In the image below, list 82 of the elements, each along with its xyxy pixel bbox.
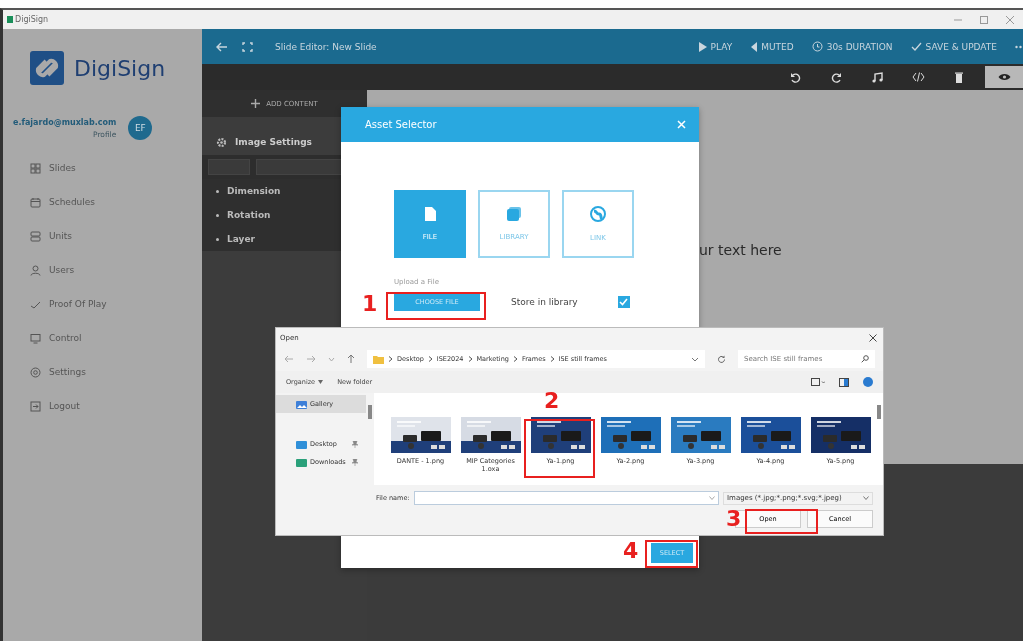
folder-icon [296,439,307,449]
refresh-icon[interactable] [717,354,726,364]
preview-pane-icon[interactable] [839,377,849,387]
slide-text[interactable]: ur text here [699,242,782,258]
bullet-icon [216,237,219,241]
file-icon [424,207,436,221]
database-icon [30,230,41,242]
step-number: 4 [623,540,639,562]
clock-icon [811,41,823,52]
folder-icon [373,354,384,364]
bullet-icon [216,189,219,193]
chevron-down-icon[interactable] [691,356,699,362]
caret-icon [318,380,324,384]
mute-button[interactable]: MUTED [750,41,794,52]
editor-title: Slide Editor: New Slide [275,41,377,52]
app-icon [7,16,13,23]
user-icon [30,264,41,276]
settings-group[interactable]: Dimension [227,186,281,196]
trash-icon [955,71,963,83]
calendar-icon [30,196,41,208]
chevron-right-icon [512,356,518,362]
chevron-down-icon[interactable] [328,356,335,362]
redo-icon [830,71,842,83]
chevron-right-icon [467,356,473,362]
back-arrow-icon[interactable] [284,355,294,363]
save-button[interactable]: SAVE & UPDATE [910,41,997,52]
forward-arrow-icon[interactable] [306,355,316,363]
step-number: 2 [544,390,560,412]
search-icon [861,355,869,363]
pin-icon[interactable] [352,440,358,448]
logo-icon [30,51,64,85]
highlight-box [524,419,595,478]
duration-button[interactable]: 30s DURATION [811,41,893,52]
chevron-right-icon [388,356,393,362]
chevron-down-icon[interactable] [709,496,715,500]
settings-icon [216,136,227,148]
play-icon [697,41,707,52]
pin-icon[interactable] [352,458,358,466]
highlight-box [645,540,698,568]
store-checkbox[interactable] [617,296,630,308]
close-icon[interactable] [869,333,877,342]
up-arrow-icon[interactable] [347,354,355,364]
music-note-icon [871,71,883,83]
play-button[interactable]: PLAY [697,41,733,52]
back-arrow-icon[interactable] [216,41,228,52]
settings-icon [30,366,41,378]
globe-icon [590,206,606,222]
settings-group[interactable]: Rotation [227,210,271,220]
image-icon [296,399,307,409]
user-avatar[interactable]: EF [128,116,153,140]
maximize-icon[interactable] [979,14,989,25]
settings-group[interactable]: Layer [227,234,255,244]
code-icon [911,72,925,82]
help-icon[interactable] [863,377,873,387]
dialog-title: Asset Selector [365,119,437,130]
store-label: Store in library [511,297,578,307]
section-title: Image Settings [235,137,312,147]
more-icon[interactable] [1015,44,1023,49]
monitor-icon [30,332,41,344]
file-name-field[interactable] [413,491,719,505]
speaker-icon [750,41,758,52]
grid-icon [30,162,41,174]
chevron-right-icon [549,356,555,362]
fullscreen-icon[interactable] [242,41,253,52]
images-icon [507,207,521,221]
step-number: 1 [362,293,378,315]
brand-name: DigiSign [74,55,166,81]
scrollbar-thumb[interactable] [877,405,881,419]
bullet-icon [216,213,219,217]
folder-icon [296,457,307,467]
user-email: e.fajardo@muxlab.com [13,117,117,127]
plus-icon [251,99,261,108]
scrollbar-thumb[interactable] [368,405,372,419]
window-title: DigiSign [15,15,49,24]
eye-icon [997,73,1011,81]
logout-icon [30,400,41,412]
preview-button[interactable] [985,66,1023,88]
undo-icon [789,71,801,83]
chevron-right-icon [427,356,433,362]
check-icon [910,41,922,52]
view-icon[interactable] [811,377,825,387]
chevron-down-icon [863,496,869,500]
